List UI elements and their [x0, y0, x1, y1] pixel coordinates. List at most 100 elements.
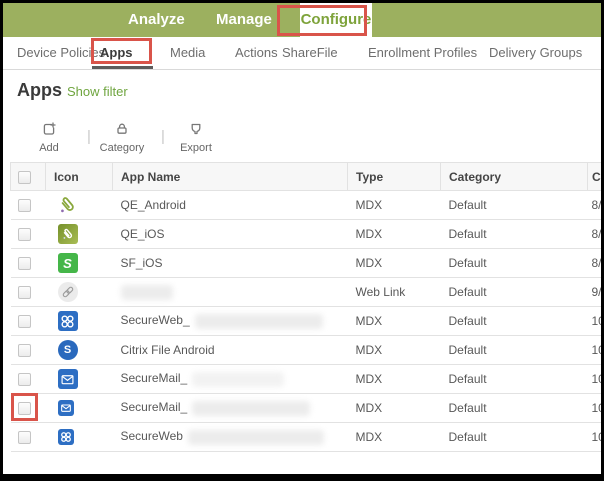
citrix-files-icon: S: [57, 340, 78, 360]
app-category: Default: [440, 219, 588, 249]
app-type: MDX: [347, 306, 441, 336]
tab-analyze[interactable]: Analyze: [128, 3, 185, 37]
table-row[interactable]: QE_Android MDX Default 8/: [10, 190, 601, 220]
app-created: 8/: [587, 219, 601, 249]
table-row[interactable]: S Citrix File Android MDX Default 10: [10, 335, 601, 365]
column-header-category: Category: [440, 162, 588, 191]
annotation-box-configure: [277, 5, 367, 36]
tab-manage[interactable]: Manage: [216, 3, 272, 37]
category-button[interactable]: Category: [99, 122, 145, 156]
pen-square-icon: [57, 224, 78, 244]
app-name: SF_iOS: [120, 256, 163, 270]
subtab-enrollment-profiles[interactable]: Enrollment Profiles: [368, 45, 477, 60]
table-row[interactable]: SecureWeb_ MDX Default 10: [10, 306, 601, 336]
console-window: Analyze Manage Configure Device Policies…: [3, 3, 601, 474]
table-row[interactable]: S SF_iOS MDX Default 8/: [10, 248, 601, 278]
add-icon: [43, 122, 56, 135]
app-type: MDX: [347, 393, 441, 423]
securemail-icon: [57, 400, 74, 416]
app-name: QE_iOS: [120, 227, 165, 241]
redacted-app-name: [192, 371, 285, 387]
app-category: Default: [440, 190, 588, 220]
app-created: 10: [587, 306, 601, 336]
app-type: MDX: [347, 190, 441, 220]
column-header-icon: Icon: [45, 162, 113, 191]
category-icon: [117, 123, 127, 134]
top-nav-bar: Analyze Manage Configure: [3, 3, 601, 37]
table-row[interactable]: SecureMail_ MDX Default 10: [10, 364, 601, 394]
redacted-app-name: [187, 429, 324, 445]
app-name: SecureWeb: [120, 429, 183, 444]
row-checkbox[interactable]: [17, 344, 31, 358]
app-category: Default: [440, 306, 588, 336]
subtab-apps[interactable]: Apps: [91, 38, 153, 69]
tab-configure[interactable]: Configure: [277, 3, 372, 37]
add-button[interactable]: Add: [31, 122, 67, 156]
subtab-actions[interactable]: Actions: [235, 45, 278, 60]
app-created: 8/: [587, 248, 601, 278]
row-checkbox[interactable]: [17, 228, 31, 242]
app-category: Default: [440, 248, 588, 278]
page-title: Apps: [17, 80, 62, 100]
toolbar-separator: |: [87, 128, 91, 145]
export-button[interactable]: Export: [173, 122, 219, 156]
paperclip-icon: [58, 195, 78, 215]
app-created: 10: [587, 364, 601, 394]
toolbar-separator: |: [161, 128, 165, 145]
annotation-box-checkbox: [10, 392, 38, 421]
row-checkbox[interactable]: [17, 431, 31, 445]
app-created: 8/: [587, 190, 601, 220]
app-created: 10: [587, 422, 601, 452]
export-label: Export: [180, 142, 212, 154]
select-all-checkbox[interactable]: [18, 170, 31, 184]
app-name: QE_Android: [120, 198, 186, 212]
secureweb-icon: [57, 429, 74, 445]
redacted-app-name: [192, 400, 311, 416]
app-category: Default: [440, 393, 588, 423]
export-icon: [191, 123, 201, 135]
subtab-sharefile[interactable]: ShareFile: [282, 45, 338, 60]
category-label: Category: [99, 142, 145, 154]
securemail-icon: [57, 369, 78, 389]
sub-nav-bar: Device Policies Apps Media Actions Share…: [3, 37, 601, 70]
redacted-app-name: [194, 313, 323, 329]
app-created: 9/: [587, 277, 601, 307]
column-header-type: Type: [347, 162, 441, 191]
show-filter-link[interactable]: Show filter: [67, 84, 128, 99]
table-row[interactable]: Web Link Default 9/: [10, 277, 601, 307]
app-type: MDX: [347, 248, 441, 278]
active-tab-underline: [92, 66, 153, 69]
subtab-delivery-groups[interactable]: Delivery Groups: [489, 45, 582, 60]
app-created: 10: [587, 335, 601, 365]
app-category: Default: [440, 422, 588, 452]
app-name: SecureMail_: [120, 371, 188, 386]
subtab-media[interactable]: Media: [170, 45, 205, 60]
app-category: Default: [440, 364, 588, 394]
add-label: Add: [39, 142, 59, 154]
table-header-row: Icon App Name Type Category Cr: [10, 162, 601, 191]
row-checkbox[interactable]: [17, 373, 31, 387]
table-row[interactable]: SecureMail_ MDX Default 10: [10, 392, 601, 423]
secureweb-icon: [57, 311, 78, 331]
apps-table: Icon App Name Type Category Cr QE_Androi…: [10, 162, 601, 452]
app-category: Default: [440, 335, 588, 365]
row-checkbox[interactable]: [17, 315, 31, 329]
app-type: MDX: [347, 422, 441, 452]
app-type: MDX: [347, 335, 441, 365]
app-name: SecureMail_: [120, 400, 188, 415]
row-checkbox[interactable]: [17, 286, 31, 300]
app-name: Citrix File Android: [120, 343, 215, 357]
sharefile-icon: S: [57, 253, 78, 273]
row-checkbox[interactable]: [17, 257, 31, 271]
table-row[interactable]: QE_iOS MDX Default 8/: [10, 219, 601, 249]
column-header-created: Cr: [587, 162, 601, 191]
redacted-app-name: [120, 284, 173, 300]
table-row[interactable]: SecureWeb MDX Default 10: [10, 422, 601, 452]
annotation-box-apps: [91, 38, 152, 64]
weblink-icon: [57, 282, 78, 302]
toolbar: Add | Category | Export: [3, 122, 601, 156]
row-checkbox[interactable]: [17, 199, 31, 213]
app-type: MDX: [347, 219, 441, 249]
app-category: Default: [440, 277, 588, 307]
app-name: SecureWeb_: [120, 313, 190, 328]
